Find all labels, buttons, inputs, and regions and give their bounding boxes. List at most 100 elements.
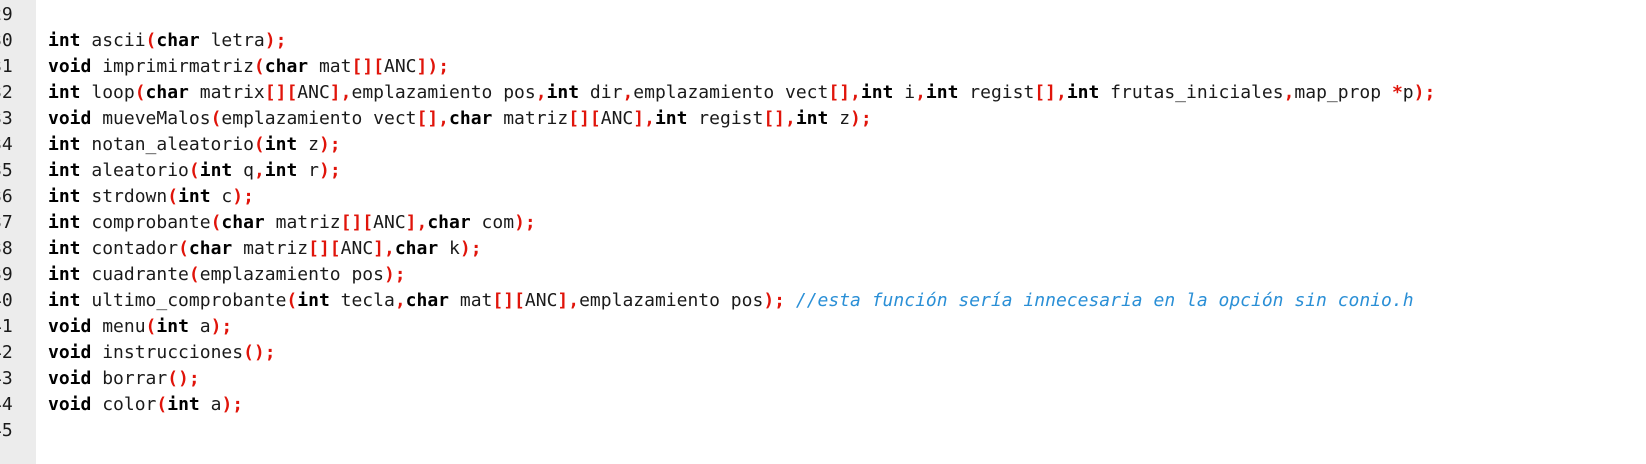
- code-line[interactable]: 31 void imprimirmatriz(char mat[][ANC]);: [0, 54, 1646, 80]
- punctuation: );: [763, 290, 786, 311]
- code-line[interactable]: 42 void instrucciones();: [0, 340, 1646, 366]
- identifier: notan_aleatorio: [80, 134, 254, 155]
- code-text: void instrucciones();: [48, 340, 276, 366]
- code-editor[interactable]: 29 30int ascii(char letra);31 void imprimi…: [0, 0, 1646, 464]
- code-text: void color(int a);: [48, 392, 243, 418]
- identifier: loop: [80, 82, 135, 103]
- keyword: void: [48, 342, 92, 363]
- punctuation: ,: [1283, 82, 1295, 103]
- code-line[interactable]: 36int strdown(int c);: [0, 184, 1646, 210]
- punctuation: (: [134, 82, 146, 103]
- code-line[interactable]: 34int notan_aleatorio(int z);: [0, 132, 1646, 158]
- identifier: c: [210, 186, 233, 207]
- identifier: ultimo_comprobante: [80, 290, 287, 311]
- keyword: int: [48, 212, 81, 233]
- line-number: 29: [0, 4, 13, 25]
- identifier: emplazamiento vect: [221, 108, 417, 129]
- identifier: regist: [958, 82, 1035, 103]
- identifier: z: [297, 134, 319, 155]
- punctuation: (: [188, 160, 200, 181]
- code-line[interactable]: 32int loop(char matrix[][ANC],emplazamie…: [0, 80, 1646, 106]
- keyword: void: [48, 368, 92, 389]
- punctuation: ]);: [416, 56, 450, 77]
- line-number: 31: [0, 56, 13, 77]
- punctuation: (: [188, 264, 200, 285]
- keyword: char: [405, 290, 450, 311]
- punctuation: [][: [351, 56, 384, 77]
- identifier: mat: [449, 290, 493, 311]
- identifier: aleatorio: [80, 160, 189, 181]
- punctuation: );: [459, 238, 482, 259]
- code-text: int comprobante(char matriz[][ANC],char …: [48, 210, 536, 236]
- line-number: 38: [0, 238, 13, 259]
- punctuation: ,: [253, 160, 265, 181]
- code-line[interactable]: 35int aleatorio(int q,int r);: [0, 158, 1646, 184]
- identifier: instrucciones: [91, 342, 244, 363]
- punctuation: ,: [622, 82, 634, 103]
- punctuation: (: [178, 238, 189, 259]
- code-line[interactable]: 39 int cuadrante(emplazamiento pos);: [0, 262, 1646, 288]
- line-number: 44: [0, 394, 13, 415]
- line-number: 32: [0, 82, 13, 103]
- identifier: emplazamiento vect: [633, 82, 829, 103]
- line-number: 41: [0, 316, 13, 337]
- identifier: q: [232, 160, 254, 181]
- comment: //esta función sería innecesaria en la o…: [795, 290, 1414, 311]
- line-number: 40: [0, 290, 13, 311]
- code-line[interactable]: 45: [0, 418, 1646, 444]
- keyword: void: [48, 394, 92, 415]
- line-number: 34: [0, 134, 13, 155]
- code-line[interactable]: 43 void borrar();: [0, 366, 1646, 392]
- punctuation: [],: [828, 82, 861, 103]
- line-number: 35: [0, 160, 13, 181]
- code-line[interactable]: 38int contador(char matriz[][ANC],char k…: [0, 236, 1646, 262]
- punctuation: );: [318, 134, 341, 155]
- identifier: emplazamiento pos: [199, 264, 384, 285]
- keyword: int: [264, 134, 298, 155]
- punctuation: [][: [492, 290, 525, 311]
- identifier: ANC: [384, 56, 417, 77]
- punctuation: );: [210, 316, 233, 337]
- punctuation: );: [318, 160, 341, 181]
- punctuation: ],: [405, 212, 428, 233]
- keyword: char: [427, 212, 471, 233]
- code-line[interactable]: 44 void color(int a);: [0, 392, 1646, 418]
- identifier: i: [893, 82, 916, 103]
- punctuation: [],: [1034, 82, 1067, 103]
- identifier: cuadrante: [80, 264, 189, 285]
- code-line[interactable]: 30 int ascii(char letra);: [0, 28, 1646, 54]
- keyword: int: [1066, 82, 1100, 103]
- punctuation: (: [286, 290, 298, 311]
- code-line[interactable]: 41 void menu(int a);: [0, 314, 1646, 340]
- punctuation: (: [210, 212, 222, 233]
- keyword: int: [178, 186, 211, 207]
- identifier: k: [438, 238, 460, 259]
- identifier: matrix: [188, 82, 265, 103]
- line-number: 39: [0, 264, 13, 285]
- punctuation: [],: [763, 108, 796, 129]
- identifier: letra: [199, 30, 265, 51]
- punctuation: ();: [167, 368, 200, 389]
- punctuation: *: [1391, 82, 1403, 103]
- identifier: matriz: [264, 212, 341, 233]
- keyword: char: [156, 30, 200, 51]
- code-line[interactable]: 37int comprobante(char matriz[][ANC],cha…: [0, 210, 1646, 236]
- keyword: void: [48, 108, 92, 129]
- keyword: char: [394, 238, 439, 259]
- identifier: mueveMalos: [91, 108, 211, 129]
- code-line[interactable]: 29: [0, 2, 1646, 28]
- punctuation: ();: [243, 342, 276, 363]
- keyword: int: [48, 30, 81, 51]
- line-number: 33: [0, 108, 13, 129]
- identifier: matriz: [492, 108, 569, 129]
- punctuation: );: [514, 212, 536, 233]
- code-text: void imprimirmatriz(char mat[][ANC]);: [48, 54, 449, 80]
- keyword: int: [48, 134, 81, 155]
- identifier: borrar: [91, 368, 168, 389]
- punctuation: ,: [915, 82, 926, 103]
- code-text: void mueveMalos(emplazamiento vect[],cha…: [48, 106, 872, 132]
- punctuation: (: [253, 134, 265, 155]
- code-line[interactable]: 33void mueveMalos(emplazamiento vect[],c…: [0, 106, 1646, 132]
- code-line[interactable]: 40 int ultimo_comprobante(int tecla,char …: [0, 288, 1646, 314]
- code-text: int cuadrante(emplazamiento pos);: [48, 262, 406, 288]
